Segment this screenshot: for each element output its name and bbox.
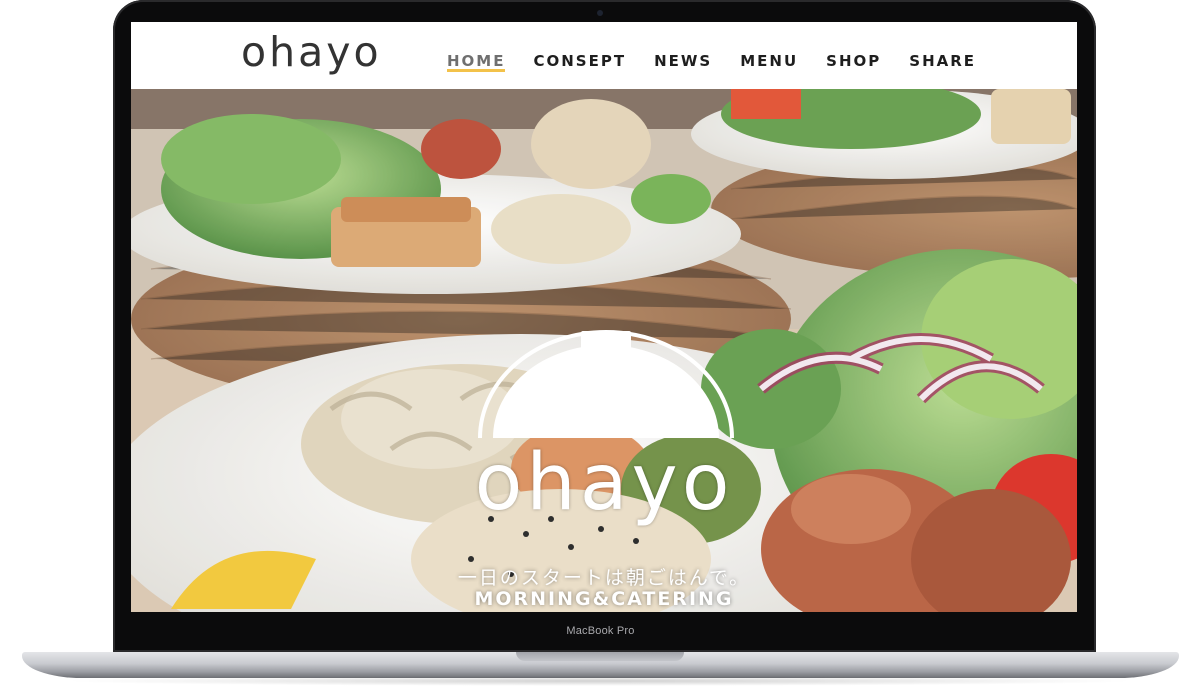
nav-home[interactable]: HOME [447,52,506,72]
site-header: ohayo HOME CONSEPT NEWS MENU SHOP SHARE [131,22,1077,89]
camera-icon [597,10,603,16]
hero-logo-text: ohayo [474,438,734,528]
nav-menu[interactable]: MENU [740,52,798,72]
nav-consept[interactable]: CONSEPT [533,52,626,72]
laptop-notch [516,652,684,661]
hero-tagline: 一日のスタートは朝ごはんで。 [457,567,751,589]
nav-news[interactable]: NEWS [654,52,712,72]
site-logo[interactable]: ohayo [241,28,382,76]
cloche-icon [478,330,734,439]
browser-screen: ohayo HOME CONSEPT NEWS MENU SHOP SHARE [131,22,1077,612]
hero-subtitle: MORNING&CATERING [474,588,734,610]
main-nav: HOME CONSEPT NEWS MENU SHOP SHARE [447,52,1004,72]
device-model-label: MacBook Pro [566,625,635,637]
nav-shop[interactable]: SHOP [826,52,881,72]
nav-share[interactable]: SHARE [909,52,976,72]
laptop-shadow [60,676,1140,686]
hero-section: ohayo 一日のスタートは朝ごはんで。 MORNING&CATERING [131,89,1077,612]
